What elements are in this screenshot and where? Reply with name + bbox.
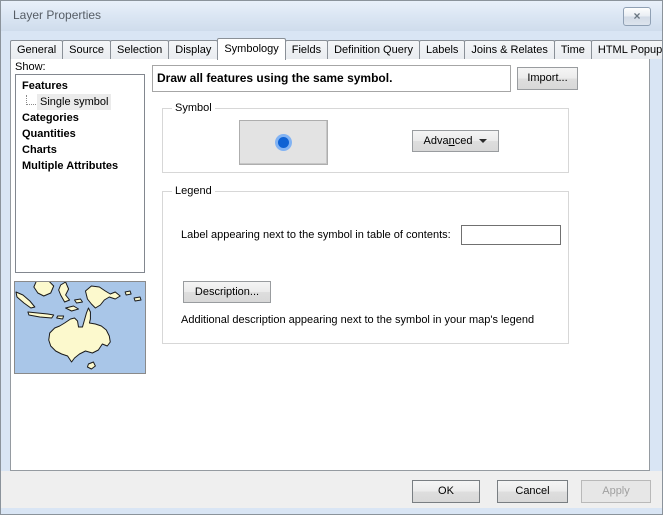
footer-button-bar: OK Cancel Apply — [1, 471, 662, 508]
legend-additional-text: Additional description appearing next to… — [181, 314, 534, 326]
cancel-button[interactable]: Cancel — [497, 480, 568, 503]
draw-method-text: Draw all features using the same symbol. — [157, 71, 392, 85]
advanced-label: Advanced — [424, 131, 473, 151]
apply-button[interactable]: Apply — [581, 480, 651, 503]
legend-label-input[interactable] — [461, 225, 561, 245]
import-button[interactable]: Import... — [517, 67, 578, 90]
tab-joins-relates[interactable]: Joins & Relates — [464, 40, 554, 59]
tab-html-popup[interactable]: HTML Popup — [591, 40, 663, 59]
tree-item-charts[interactable]: Charts — [16, 142, 144, 158]
chevron-down-icon — [479, 139, 487, 143]
tab-selection[interactable]: Selection — [110, 40, 169, 59]
layer-properties-dialog: Layer Properties × General Source Select… — [0, 0, 663, 515]
ok-button[interactable]: OK — [412, 480, 480, 503]
tab-fields[interactable]: Fields — [285, 40, 328, 59]
tab-display[interactable]: Display — [168, 40, 218, 59]
window-title: Layer Properties — [13, 8, 101, 22]
tree-item-single-symbol[interactable]: Single symbol — [16, 94, 144, 110]
tree-item-quantities[interactable]: Quantities — [16, 126, 144, 142]
draw-method-header: Draw all features using the same symbol. — [152, 65, 511, 92]
blue-point-symbol-icon — [275, 134, 292, 151]
tab-general[interactable]: General — [10, 40, 63, 59]
close-icon: × — [633, 9, 640, 23]
title-bar[interactable]: Layer Properties × — [1, 1, 662, 31]
advanced-dropdown-button[interactable]: Advanced — [412, 130, 499, 152]
symbology-tab-page: Show: Features Single symbol Categories … — [10, 58, 650, 471]
show-label: Show: — [15, 61, 46, 73]
tree-item-categories[interactable]: Categories — [16, 110, 144, 126]
symbol-groupbox: Symbol Advanced — [162, 108, 569, 173]
tab-definition-query[interactable]: Definition Query — [327, 40, 420, 59]
australia-map-image — [15, 282, 145, 373]
close-button[interactable]: × — [623, 7, 651, 26]
tree-item-multiple-attributes[interactable]: Multiple Attributes — [16, 158, 144, 174]
legend-label-text: Label appearing next to the symbol in ta… — [181, 229, 451, 241]
tree-connector-icon — [26, 95, 36, 105]
description-button[interactable]: Description... — [183, 281, 271, 303]
symbol-group-title: Symbol — [172, 102, 215, 114]
map-preview — [14, 281, 146, 374]
legend-groupbox: Legend Label appearing next to the symbo… — [162, 191, 569, 344]
tab-source[interactable]: Source — [62, 40, 111, 59]
legend-group-title: Legend — [172, 185, 215, 197]
tab-symbology[interactable]: Symbology — [217, 38, 285, 60]
symbol-well-button[interactable] — [239, 120, 328, 165]
tab-strip: General Source Selection Display Symbolo… — [10, 38, 663, 59]
tab-labels[interactable]: Labels — [419, 40, 465, 59]
tab-time[interactable]: Time — [554, 40, 592, 59]
show-tree-listbox: Features Single symbol Categories Quanti… — [15, 74, 145, 273]
tree-item-features[interactable]: Features — [16, 78, 144, 94]
